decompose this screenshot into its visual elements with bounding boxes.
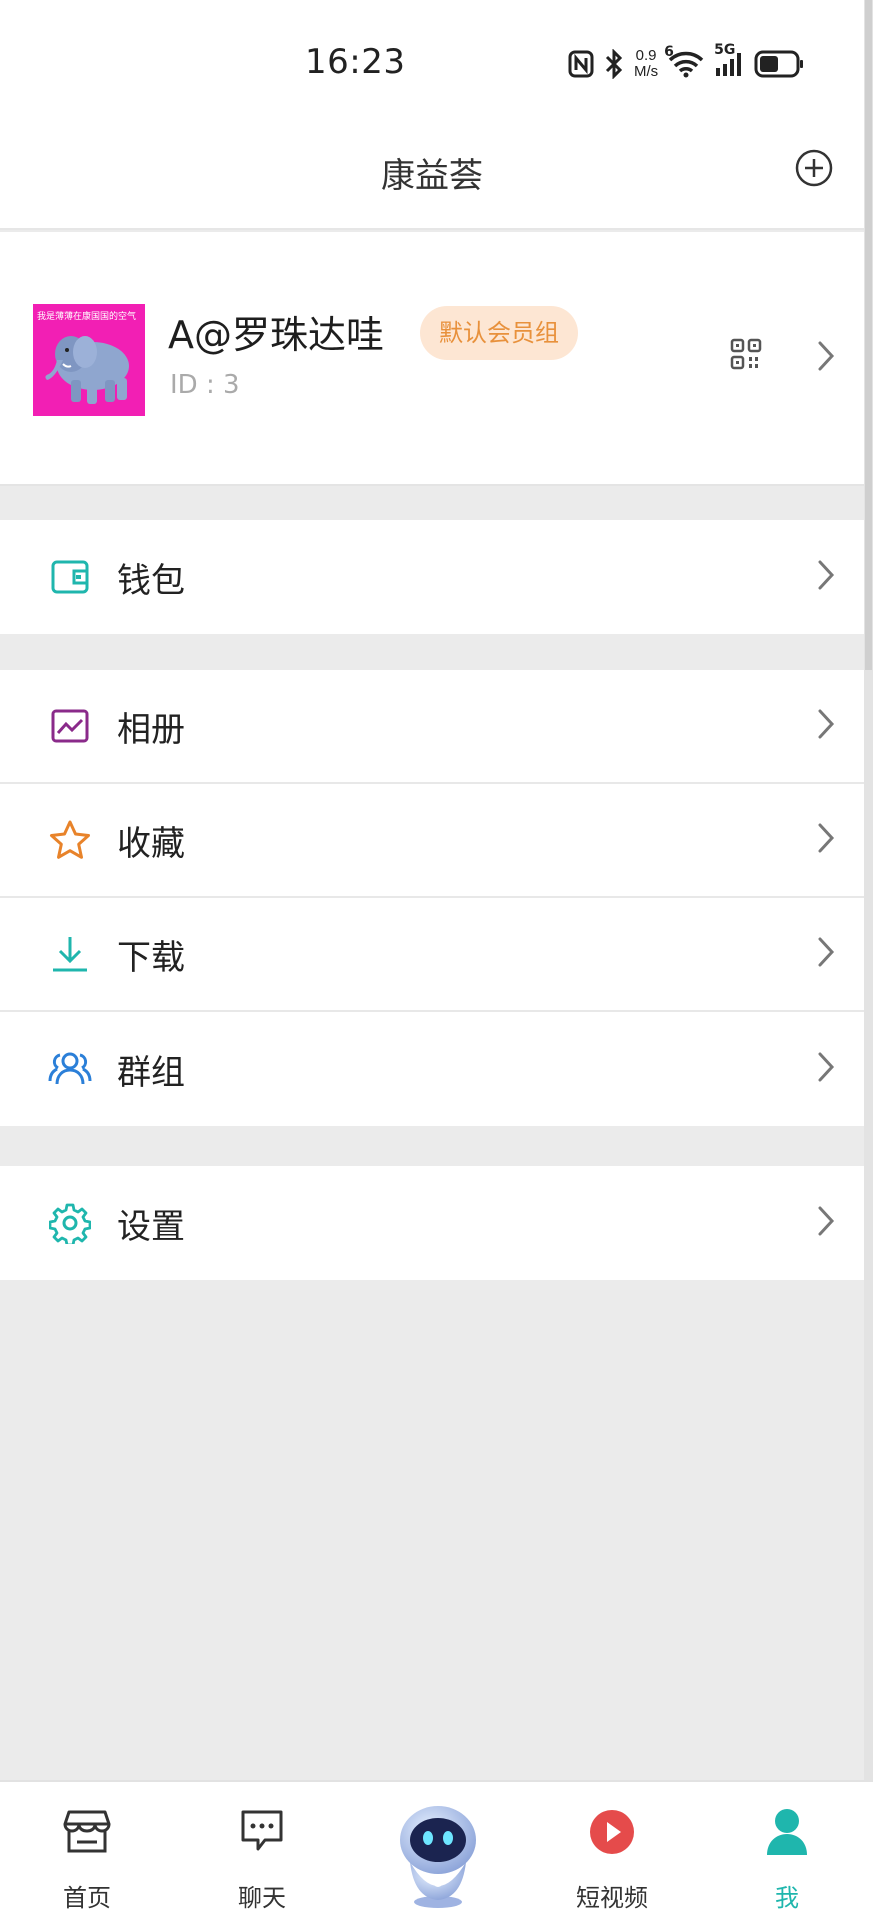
nav-assistant[interactable] <box>392 1802 484 1912</box>
nav-label: 短视频 <box>576 1884 648 1912</box>
group-icon <box>48 1047 92 1091</box>
store-icon <box>63 1808 111 1858</box>
menu-item-album[interactable]: 相册 <box>0 670 864 784</box>
menu-label: 相册 <box>117 709 185 750</box>
chevron-right-icon <box>816 708 836 744</box>
chevron-right-icon <box>816 936 836 972</box>
add-button[interactable] <box>794 148 834 188</box>
chevron-right-icon <box>816 340 836 376</box>
gear-icon <box>48 1201 92 1245</box>
wifi-icon: 6 <box>664 44 704 78</box>
menu-group-wallet: 钱包 <box>0 520 864 634</box>
member-group-badge: 默认会员组 <box>420 306 578 360</box>
signal-icon: 5G <box>714 42 744 78</box>
bluetooth-icon <box>604 49 624 79</box>
menu-label: 群组 <box>117 1052 185 1093</box>
nav-label: 聊天 <box>238 1884 286 1912</box>
robot-icon <box>400 1806 476 1908</box>
scrollbar[interactable] <box>864 0 873 1790</box>
scrollbar-thumb[interactable] <box>865 0 872 670</box>
menu-group-content: 相册 收藏 下载 群组 <box>0 670 864 1126</box>
bottom-nav: 首页 聊天 短视频 我 <box>0 1780 873 1920</box>
net-speed: 0.9 M/s <box>634 48 658 80</box>
person-icon <box>765 1808 809 1860</box>
chevron-right-icon <box>816 559 836 595</box>
star-icon <box>48 818 92 862</box>
nfc-icon <box>568 50 594 78</box>
username: A@罗珠达哇 <box>168 313 384 357</box>
wifi-label: 6 <box>664 44 674 60</box>
menu-group-settings: 设置 <box>0 1166 864 1280</box>
net-speed-unit: M/s <box>634 63 659 80</box>
nav-label: 我 <box>775 1884 799 1912</box>
net-speed-value: 0.9 <box>635 47 657 64</box>
play-icon <box>588 1808 636 1860</box>
menu-item-downloads[interactable]: 下载 <box>0 898 864 1012</box>
status-bar: 16:23 0.9 M/s 6 5G <box>0 0 864 118</box>
menu-item-favorites[interactable]: 收藏 <box>0 784 864 898</box>
wallet-icon <box>48 555 92 599</box>
nav-label: 首页 <box>63 1884 111 1912</box>
status-time: 16:23 <box>305 42 406 82</box>
status-icons: 0.9 M/s 6 5G <box>568 42 804 82</box>
plus-circle-icon <box>795 149 833 187</box>
menu-label: 下载 <box>117 937 185 978</box>
profile-card[interactable]: 我是薄薄在康国国的空气 A@罗珠达哇 默认会员组 ID : 3 <box>0 232 864 486</box>
album-icon <box>48 704 92 748</box>
page-title: 康益荟 <box>381 156 483 196</box>
nav-me[interactable]: 我 <box>717 1782 857 1920</box>
chat-icon <box>239 1808 285 1858</box>
qr-code-button[interactable] <box>730 338 762 370</box>
nav-home[interactable]: 首页 <box>17 1782 157 1920</box>
menu-item-settings[interactable]: 设置 <box>0 1166 864 1280</box>
chevron-right-icon <box>816 822 836 858</box>
qr-code-icon <box>730 338 762 370</box>
menu-label: 收藏 <box>117 823 185 864</box>
nav-chat[interactable]: 聊天 <box>192 1782 332 1920</box>
battery-icon <box>754 50 804 78</box>
menu-item-groups[interactable]: 群组 <box>0 1012 864 1126</box>
menu-label: 设置 <box>117 1206 185 1247</box>
app-header: 康益荟 <box>0 118 864 230</box>
chevron-right-icon <box>816 1205 836 1241</box>
cell-label: 5G <box>714 42 736 58</box>
user-id: ID : 3 <box>170 370 240 400</box>
chevron-right-icon <box>816 1051 836 1087</box>
nav-short-video[interactable]: 短视频 <box>542 1782 682 1920</box>
elephant-image <box>45 336 129 404</box>
download-icon <box>48 932 92 976</box>
menu-item-wallet[interactable]: 钱包 <box>0 520 864 634</box>
menu-label: 钱包 <box>117 560 185 601</box>
avatar[interactable]: 我是薄薄在康国国的空气 <box>33 304 145 416</box>
